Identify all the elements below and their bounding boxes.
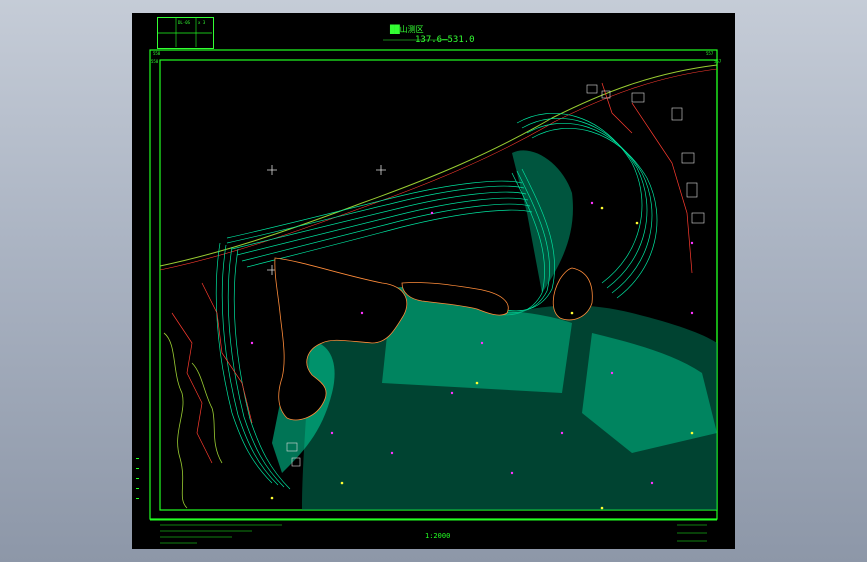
grid-crosses — [267, 165, 386, 275]
footer-notes — [160, 524, 707, 544]
road-line — [159, 68, 718, 271]
map-sheet: ██山测区 137.6—531.0 DL-0S x 3 558 557 558 … — [132, 13, 735, 549]
side-tick-marks — [136, 458, 139, 499]
map-drawing — [136, 17, 718, 544]
vegetation-outline — [163, 332, 223, 509]
